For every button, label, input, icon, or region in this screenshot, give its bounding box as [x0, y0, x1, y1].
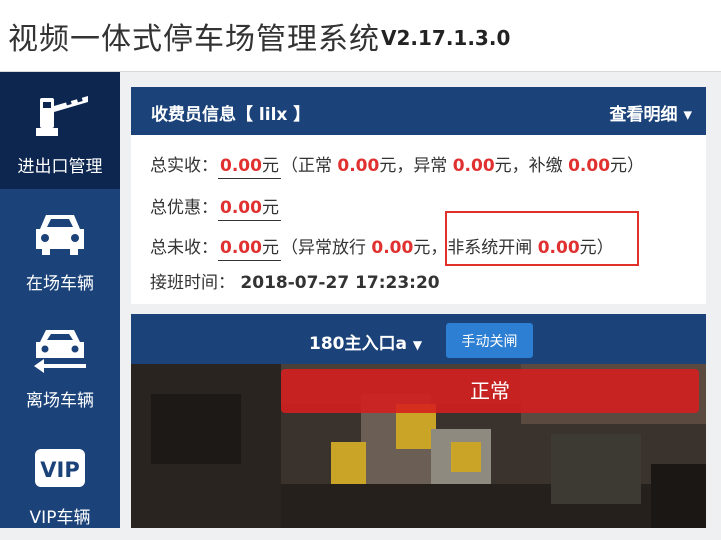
entrance-selector[interactable]: 180主入口a ▼	[309, 329, 422, 354]
sidebar: 进出口管理 在场车辆 离场车辆 VIP VIP车辆	[0, 72, 120, 528]
highlight-annotation-box	[445, 211, 639, 266]
sidebar-item-label: 离场车辆	[26, 391, 94, 411]
caret-down-icon: ▼	[412, 338, 423, 352]
total-uncollected-label: 总未收：	[150, 238, 218, 258]
app-version: V2.17.1.3.0	[381, 26, 511, 50]
shift-time-value: 2018-07-27 17:23:20	[240, 273, 440, 293]
total-received-label: 总实收：	[150, 156, 218, 176]
abnormal-release-label: 异常放行	[297, 238, 366, 258]
vip-icon: VIP	[35, 449, 85, 487]
camera-header: 180主入口a ▼ 手动关闸	[131, 314, 706, 364]
barrier-gate-icon	[36, 96, 88, 136]
currency-unit: 元	[413, 238, 431, 258]
view-details-label: 查看明细	[609, 105, 678, 125]
svg-text:VIP: VIP	[40, 458, 79, 482]
entrance-name: 180主入口a	[309, 334, 407, 354]
gate-status-bar: 正常	[281, 369, 699, 413]
normal-value: 0.00	[337, 156, 380, 176]
app-title: 视频一体式停车场管理系统	[8, 22, 380, 57]
currency-unit: 元	[261, 198, 279, 218]
sidebar-item-label: VIP车辆	[29, 508, 91, 528]
abnormal-label: 异常	[413, 156, 448, 176]
cashier-info-panel: 收费员信息【 lilx 】 查看明细 ▾ 总实收： 0.00元 （正常 0.00元，…	[131, 87, 706, 304]
car-exit-icon	[34, 330, 86, 373]
sidebar-item-label: 在场车辆	[26, 274, 94, 294]
camera-panel: 180主入口a ▼ 手动关闸 正常	[131, 314, 706, 528]
shift-time-label: 接班时间：	[150, 273, 235, 293]
sidebar-item-departed-vehicles[interactable]: 离场车辆	[0, 306, 120, 423]
sidebar-item-vip-vehicles[interactable]: VIP VIP车辆	[0, 423, 120, 540]
currency-unit: 元	[261, 238, 279, 258]
caret-down-icon: ▾	[683, 105, 692, 125]
currency-unit: 元	[494, 156, 512, 176]
total-received-value: 0.00	[220, 156, 262, 176]
sidebar-item-parked-vehicles[interactable]: 在场车辆	[0, 189, 120, 306]
supplement-label: 补缴	[528, 156, 563, 176]
view-details-button[interactable]: 查看明细 ▾	[610, 100, 692, 125]
supplement-value: 0.00	[568, 156, 611, 176]
total-received-row: 总实收： 0.00元 （正常 0.00元，异常 0.00元，补缴 0.00元）	[150, 151, 644, 179]
abnormal-release-value: 0.00	[371, 238, 414, 258]
cashier-panel-header: 收费员信息【 lilx 】 查看明细 ▾	[131, 87, 706, 135]
cashier-title: 收费员信息【 lilx 】	[151, 105, 311, 125]
currency-unit: 元	[261, 156, 279, 176]
currency-unit: 元	[610, 156, 628, 176]
top-bar: 视频一体式停车场管理系统 V2.17.1.3.0	[0, 0, 721, 72]
sidebar-item-label: 进出口管理	[17, 157, 103, 177]
abnormal-value: 0.00	[452, 156, 495, 176]
manual-close-gate-button[interactable]: 手动关闸	[446, 323, 533, 358]
total-discount-label: 总优惠：	[150, 198, 218, 218]
shift-time-row: 接班时间： 2018-07-27 17:23:20	[150, 268, 440, 293]
total-discount-row: 总优惠： 0.00元	[150, 193, 281, 221]
total-uncollected-value: 0.00	[220, 238, 262, 258]
normal-label: 正常	[297, 156, 332, 176]
car-icon	[36, 215, 84, 255]
sidebar-item-entrance-management[interactable]: 进出口管理	[0, 72, 120, 189]
currency-unit: 元	[379, 156, 397, 176]
total-discount-value: 0.00	[220, 198, 262, 218]
